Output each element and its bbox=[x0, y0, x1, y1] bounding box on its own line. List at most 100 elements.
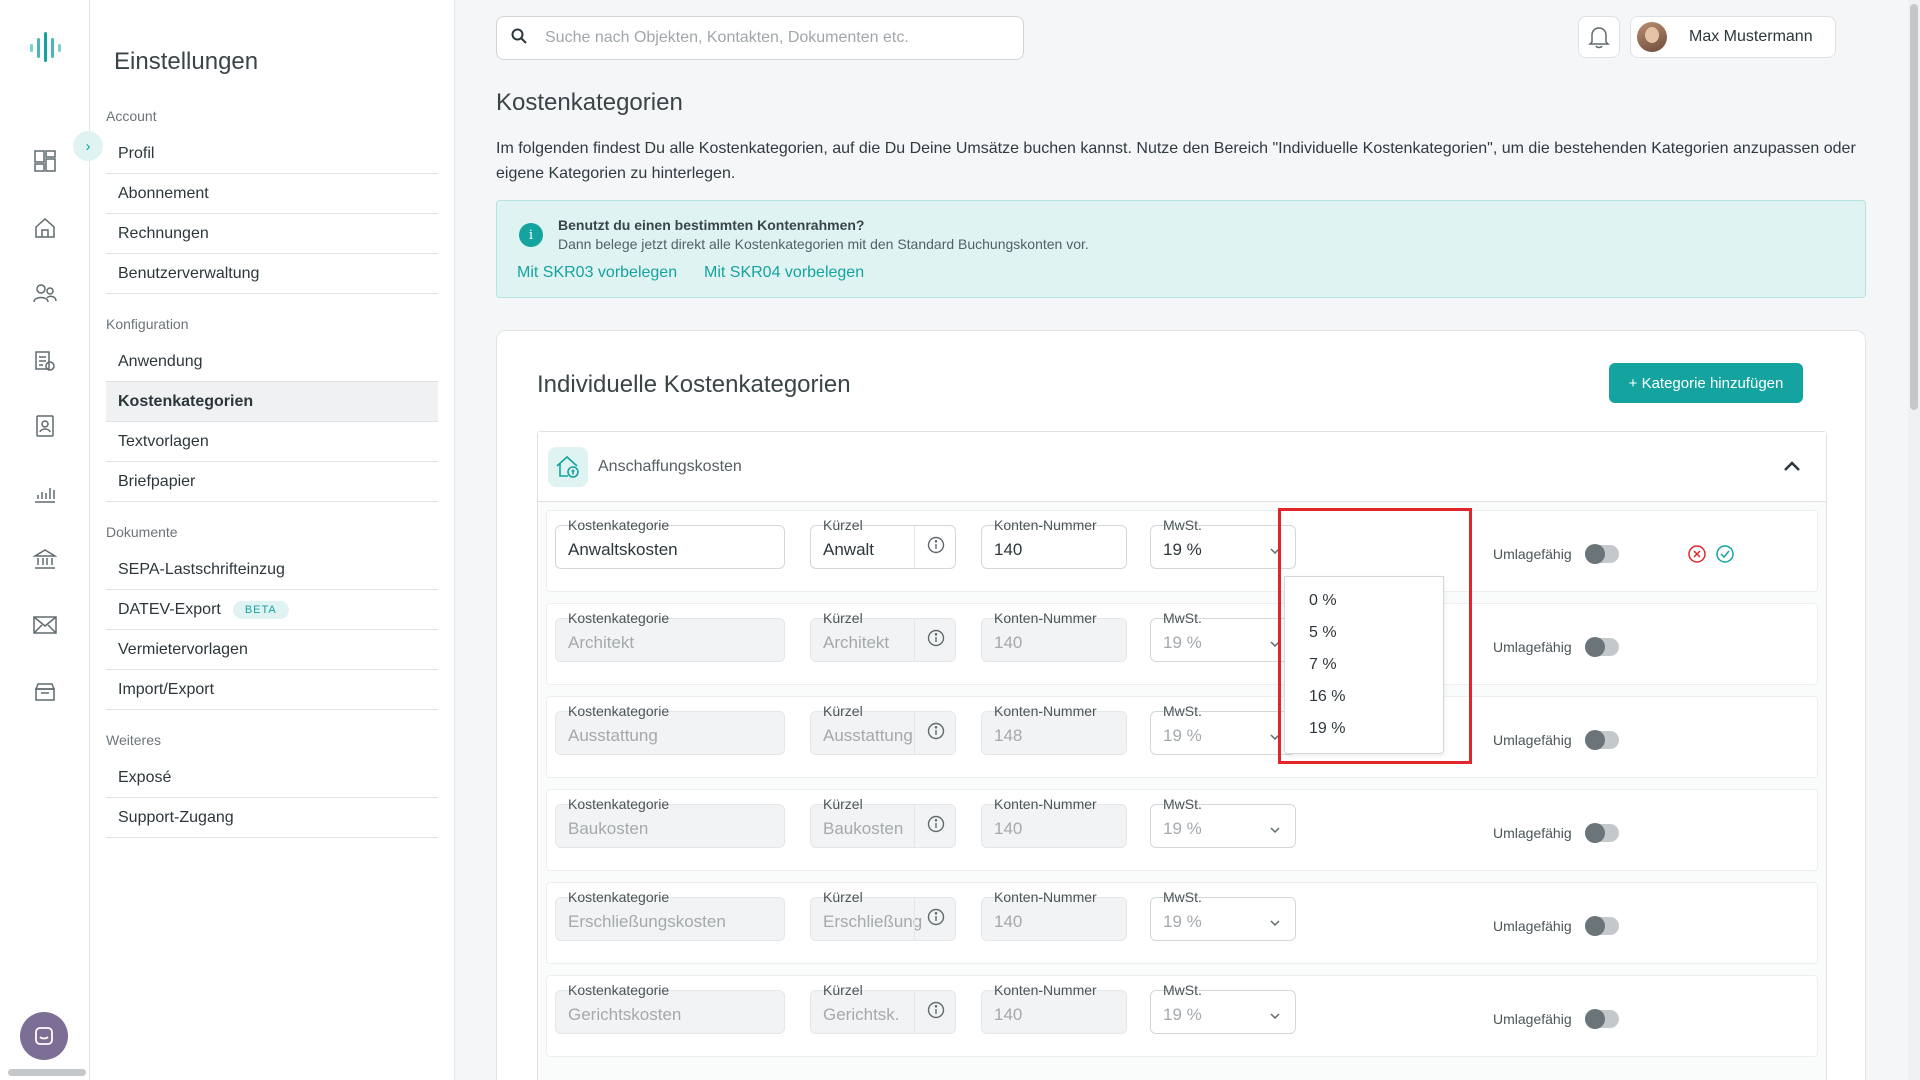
user-menu[interactable]: Max Mustermann bbox=[1630, 16, 1836, 58]
scrollbar-thumb[interactable] bbox=[1910, 4, 1918, 410]
sidebar-item-label: Profil bbox=[118, 144, 155, 162]
category-row: Kostenkategorie Gerichtskosten Kürzel Geric… bbox=[546, 975, 1818, 1057]
account-number-field[interactable]: Konten-Nummer 140 bbox=[981, 610, 1127, 662]
search-bar[interactable] bbox=[496, 16, 1024, 60]
sidebar-item-datev-export[interactable]: DATEV-Export BETA bbox=[106, 590, 438, 630]
sidebar-item-kostenkategorien[interactable]: Kostenkategorien bbox=[106, 382, 438, 422]
info-circle-icon[interactable] bbox=[927, 1001, 947, 1021]
field-label: Konten-Nummer bbox=[994, 517, 1097, 533]
vat-select[interactable]: MwSt. 19 % bbox=[1150, 796, 1296, 848]
info-circle-icon[interactable] bbox=[927, 629, 947, 649]
account-number-field[interactable]: Konten-Nummer 140 bbox=[981, 796, 1127, 848]
category-name-field[interactable]: Kostenkategorie Ausstattung bbox=[555, 703, 785, 755]
add-category-button[interactable]: + Kategorie hinzufügen bbox=[1609, 363, 1803, 403]
dashboard-icon[interactable] bbox=[30, 146, 60, 176]
allocatable-toggle[interactable] bbox=[1585, 637, 1619, 657]
logo-icon[interactable] bbox=[28, 30, 62, 69]
sidebar-item-expose[interactable]: Exposé bbox=[106, 758, 438, 798]
allocatable-toggle[interactable] bbox=[1585, 916, 1619, 936]
field-label: MwSt. bbox=[1163, 703, 1202, 719]
short-name-field[interactable]: Kürzel Baukosten bbox=[810, 796, 956, 848]
account-number-field[interactable]: Konten-Nummer 148 bbox=[981, 703, 1127, 755]
sidebar-item-support-zugang[interactable]: Support-Zugang bbox=[106, 798, 438, 838]
category-name-field[interactable]: Kostenkategorie Anwaltskosten bbox=[555, 517, 785, 569]
mwst-option[interactable]: 5 % bbox=[1285, 617, 1443, 649]
field-value: Erschließung bbox=[823, 912, 923, 931]
sidebar-item-import-export[interactable]: Import/Export bbox=[106, 670, 438, 710]
info-circle-icon[interactable] bbox=[927, 722, 947, 742]
home-icon[interactable] bbox=[30, 213, 60, 243]
category-name-field[interactable]: Kostenkategorie Architekt bbox=[555, 610, 785, 662]
field-value: Anwaltskosten bbox=[568, 540, 678, 559]
settings-sidebar: › Einstellungen Account Profil Abonnemen… bbox=[73, 0, 455, 1080]
sidebar-item-textvorlagen[interactable]: Textvorlagen bbox=[106, 422, 438, 462]
field-value: 148 bbox=[994, 726, 1023, 745]
cancel-icon[interactable] bbox=[1687, 544, 1707, 569]
documents-icon[interactable] bbox=[30, 346, 60, 376]
field-value: 19 % bbox=[1163, 633, 1202, 652]
chart-icon[interactable] bbox=[30, 478, 60, 508]
short-name-field[interactable]: Kürzel Gerichtsk. bbox=[810, 982, 956, 1034]
sidebar-item-label: Exposé bbox=[118, 768, 172, 786]
info-box: i Benutzt du einen bestimmten Kontenrahm… bbox=[496, 200, 1866, 298]
mwst-option[interactable]: 19 % bbox=[1285, 713, 1443, 745]
info-circle-icon[interactable] bbox=[927, 908, 947, 928]
category-name-field[interactable]: Kostenkategorie Erschließungskosten bbox=[555, 889, 785, 941]
sidebar-item-anwendung[interactable]: Anwendung bbox=[106, 342, 438, 382]
sidebar-item-sepa[interactable]: SEPA-Lastschrifteinzug bbox=[106, 550, 438, 590]
rail-scrollbar[interactable] bbox=[8, 1069, 86, 1076]
short-name-field[interactable]: Kürzel Architekt bbox=[810, 610, 956, 662]
category-name-field[interactable]: Kostenkategorie Baukosten bbox=[555, 796, 785, 848]
sidebar-item-briefpapier[interactable]: Briefpapier bbox=[106, 462, 438, 502]
account-number-field[interactable]: Konten-Nummer 140 bbox=[981, 982, 1127, 1034]
short-name-field[interactable]: Kürzel Anwalt bbox=[810, 517, 956, 569]
account-number-field[interactable]: Konten-Nummer 140 bbox=[981, 517, 1127, 569]
contacts-icon[interactable] bbox=[30, 279, 60, 309]
notifications-button[interactable] bbox=[1578, 16, 1620, 58]
archive-icon[interactable] bbox=[30, 676, 60, 706]
chevron-up-icon[interactable] bbox=[1782, 456, 1802, 481]
vat-select[interactable]: MwSt. 19 % bbox=[1150, 610, 1296, 662]
sidebar-item-label: Benutzerverwaltung bbox=[118, 264, 260, 282]
field-label: Kostenkategorie bbox=[568, 889, 670, 905]
allocatable-toggle[interactable] bbox=[1585, 1009, 1619, 1029]
category-name-field[interactable]: Kostenkategorie Gerichtskosten bbox=[555, 982, 785, 1034]
bank-icon[interactable] bbox=[30, 544, 60, 574]
sidebar-item-vermietervorlagen[interactable]: Vermietervorlagen bbox=[106, 630, 438, 670]
sidebar-item-label: Briefpapier bbox=[118, 472, 196, 490]
account-number-field[interactable]: Konten-Nummer 140 bbox=[981, 889, 1127, 941]
sidebar-item-benutzerverwaltung[interactable]: Benutzerverwaltung bbox=[106, 254, 438, 294]
mwst-option[interactable]: 7 % bbox=[1285, 649, 1443, 681]
field-value: Ausstattung bbox=[823, 726, 913, 745]
field-value: Anwalt bbox=[823, 540, 875, 559]
sidebar-item-profil[interactable]: Profil bbox=[106, 134, 438, 174]
group-header[interactable]: Anschaffungskosten bbox=[538, 432, 1826, 502]
vat-select[interactable]: MwSt. 19 % bbox=[1150, 517, 1296, 569]
skr03-link[interactable]: Mit SKR03 vorbelegen bbox=[517, 264, 677, 282]
info-circle-icon[interactable] bbox=[927, 815, 947, 835]
vat-select[interactable]: MwSt. 19 % bbox=[1150, 889, 1296, 941]
search-input[interactable] bbox=[545, 29, 985, 47]
category-row: Kostenkategorie Ausstattung Kürzel Ausstatt… bbox=[546, 696, 1818, 778]
allocatable-toggle[interactable] bbox=[1585, 730, 1619, 750]
section-title-weiteres: Weiteres bbox=[106, 732, 161, 748]
page-scrollbar[interactable] bbox=[1908, 0, 1920, 1080]
sidebar-item-abonnement[interactable]: Abonnement bbox=[106, 174, 438, 214]
vat-select[interactable]: MwSt. 19 % bbox=[1150, 982, 1296, 1034]
mail-icon[interactable] bbox=[30, 610, 60, 640]
mwst-option[interactable]: 0 % bbox=[1285, 585, 1443, 617]
confirm-icon[interactable] bbox=[1715, 544, 1735, 569]
vat-select[interactable]: MwSt. 19 % bbox=[1150, 703, 1296, 755]
sidebar-item-rechnungen[interactable]: Rechnungen bbox=[106, 214, 438, 254]
chat-icon[interactable] bbox=[20, 1012, 68, 1060]
tenant-icon[interactable] bbox=[30, 411, 60, 441]
mwst-option[interactable]: 16 % bbox=[1285, 681, 1443, 713]
short-name-field[interactable]: Kürzel Ausstattung bbox=[810, 703, 956, 755]
allocatable-toggle[interactable] bbox=[1585, 823, 1619, 843]
short-name-field[interactable]: Kürzel Erschließung bbox=[810, 889, 956, 941]
info-circle-icon[interactable] bbox=[927, 536, 947, 556]
skr04-link[interactable]: Mit SKR04 vorbelegen bbox=[704, 264, 864, 282]
allocatable-toggle[interactable] bbox=[1585, 544, 1619, 564]
expand-sidebar-button[interactable]: › bbox=[73, 131, 103, 161]
chevron-down-icon bbox=[1269, 1007, 1281, 1025]
